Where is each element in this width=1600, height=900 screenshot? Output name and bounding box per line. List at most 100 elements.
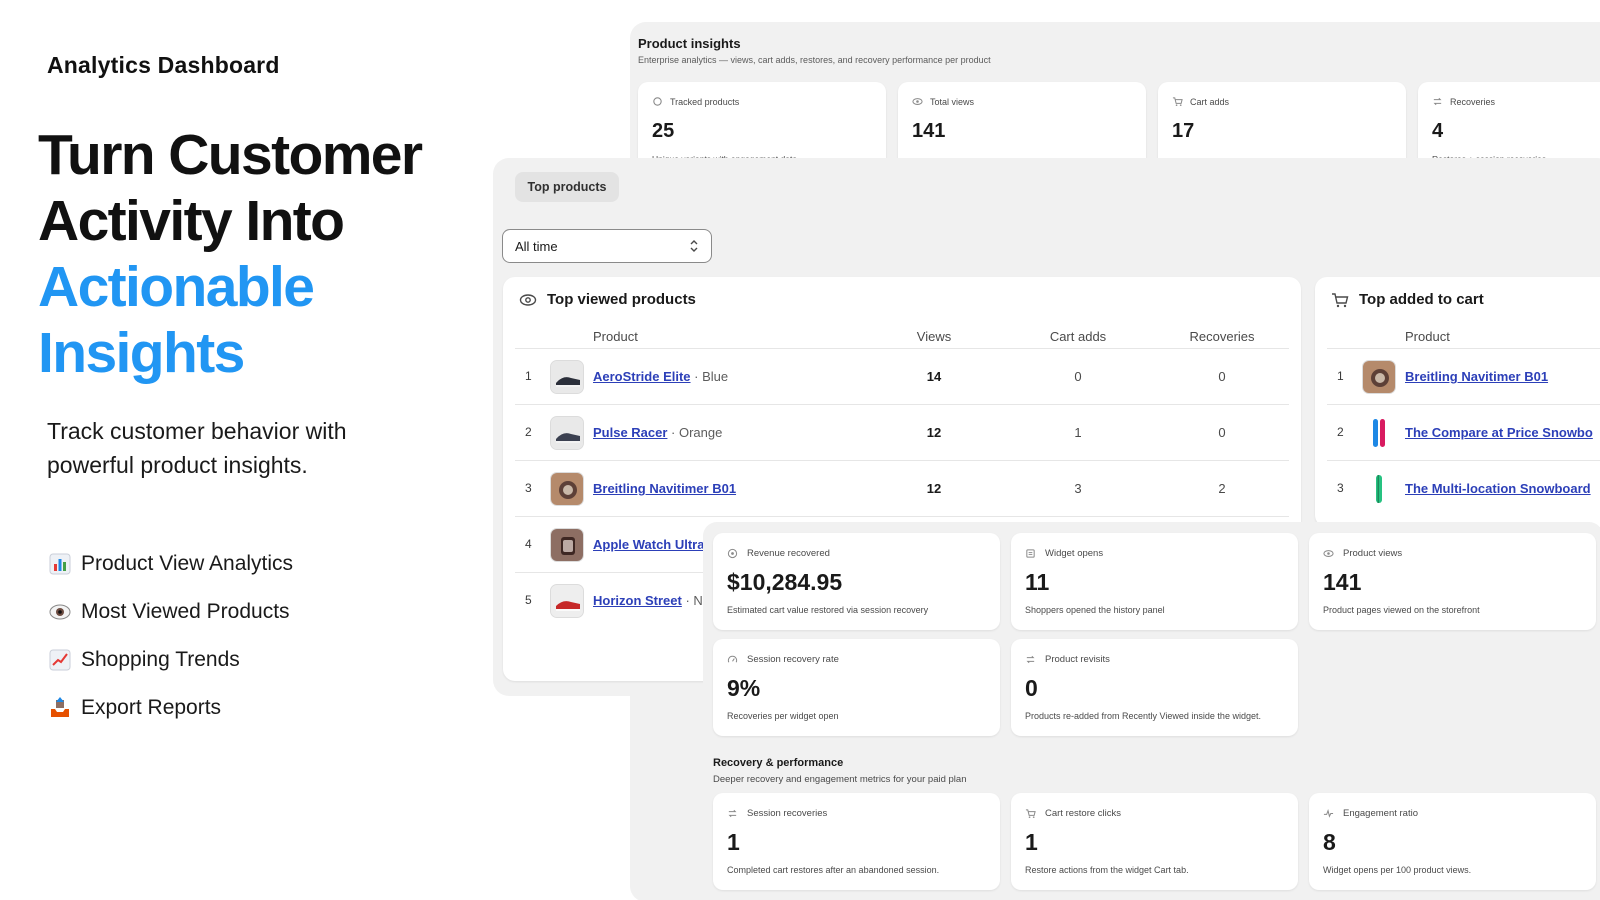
metric-label: Product revisits [1025,654,1110,665]
top-added-header: Top added to cart [1331,291,1484,308]
cart-icon [1331,292,1349,308]
cell-recoveries: 2 [1218,481,1226,496]
product-insights-subtitle: Enterprise analytics — views, cart adds,… [638,55,991,65]
brand-title: Analytics Dashboard [47,52,280,78]
stat-value: 141 [912,120,946,142]
row-rank: 3 [525,481,532,495]
table-row[interactable]: 3 The Multi-location Snowboard [1315,461,1600,517]
metric-label-text: Revenue recovered [747,548,830,559]
stat-label: Cart adds [1172,96,1229,107]
cell-views: 14 [926,369,942,384]
row-rank: 2 [525,425,532,439]
metric-label-text: Session recovery rate [747,654,839,665]
metric-desc: Completed cart restores after an abandon… [727,865,940,875]
top-added-title: Top added to cart [1359,291,1484,308]
cell-cart-adds: 3 [1074,481,1082,496]
product-thumbnail [550,584,584,618]
product-thumbnail [1362,360,1396,394]
product-link[interactable]: The Compare at Price Snowbo [1405,425,1593,440]
product-link[interactable]: Horizon Street [593,593,682,608]
product-name: Apple Watch Ultra [593,537,704,552]
time-range-select[interactable]: All time [502,229,712,263]
metric-value: 9% [727,675,761,701]
headline-accent-1: Actionable [38,255,315,319]
tab-top-products[interactable]: Top products [515,172,619,202]
cell-views: 12 [926,481,942,496]
metric-value: 0 [1025,675,1038,701]
product-name: Breitling Navitimer B01 [593,481,736,496]
row-rank: 2 [1337,425,1344,439]
cell-cart-adds: 0 [1074,369,1082,384]
metric-label: Cart restore clicks [1025,808,1121,819]
stat-label-text: Tracked products [670,96,740,107]
cell-recoveries: 0 [1218,425,1226,440]
product-link[interactable]: The Multi-location Snowboard [1405,481,1591,496]
metric-value: 11 [1025,569,1050,595]
product-link[interactable]: Breitling Navitimer B01 [593,481,736,496]
product-name: AeroStride Elite · Blue [593,369,728,384]
product-name: Breitling Navitimer B01 [1405,369,1548,384]
table-row[interactable]: 2 Pulse Racer · Orange 12 1 0 [503,405,1301,461]
metric-card-cart-restore-clicks: Cart restore clicks 1 Restore actions fr… [1011,793,1298,890]
trend-chart-icon [47,647,73,673]
metric-card-session-recovery-rate: Session recovery rate 9% Recoveries per … [713,639,1000,736]
metric-card-session-recoveries: Session recoveries 1 Completed cart rest… [713,793,1000,890]
top-added-to-cart-card: Top added to cart Product 1 Breitling Na… [1315,277,1600,527]
cart-icon [1172,96,1183,107]
feature-item: Product View Analytics [47,540,293,588]
time-range-value: All time [515,238,558,254]
metric-label-text: Session recoveries [747,808,828,819]
product-name: Pulse Racer · Orange [593,425,722,440]
col-header-product: Product [1405,329,1450,344]
metric-card-engagement-ratio: Engagement ratio 8 Widget opens per 100 … [1309,793,1596,890]
metric-desc: Estimated cart value restored via sessio… [727,605,929,615]
stat-label-text: Recoveries [1450,96,1496,107]
headline-line-2: Activity Into [38,189,345,253]
recovery-performance-subtitle: Deeper recovery and engagement metrics f… [713,774,967,785]
eye-icon [519,293,537,307]
product-insights-title: Product insights [638,36,741,51]
metric-desc: Product pages viewed on the storefront [1323,605,1480,615]
eye-icon [1323,548,1334,559]
hero-subtext: Track customer behavior with powerful pr… [47,418,347,478]
gauge-icon [727,654,738,665]
feature-item: Most Viewed Products [47,588,293,636]
product-thumbnail [550,416,584,450]
hero-headline: Turn Customer Activity Into Actionable I… [38,122,478,386]
stat-label-text: Cart adds [1190,96,1230,107]
bar-chart-icon [47,551,73,577]
list-icon [1025,548,1036,559]
metric-label-text: Product views [1343,548,1403,559]
metric-desc: Products re-added from Recently Viewed i… [1025,711,1261,721]
metric-card-product-revisits: Product revisits 0 Products re-added fro… [1011,639,1298,736]
metric-card-product-views: Product views 141 Product pages viewed o… [1309,533,1596,630]
table-row[interactable]: 2 The Compare at Price Snowbo [1315,405,1600,461]
feature-label: Most Viewed Products [81,600,290,623]
col-header-recoveries: Recoveries [1189,329,1255,344]
metric-desc: Shoppers opened the history panel [1025,605,1165,615]
metric-label: Product views [1323,548,1402,559]
metric-value: 8 [1323,829,1336,855]
chevron-up-down-icon [688,238,700,257]
product-link[interactable]: AeroStride Elite [593,369,691,384]
table-row[interactable]: 1 AeroStride Elite · Blue 14 0 0 [503,349,1301,405]
product-link[interactable]: Pulse Racer [593,425,667,440]
product-link[interactable]: Breitling Navitimer B01 [1405,369,1548,384]
metric-label-text: Engagement ratio [1343,808,1418,819]
product-thumbnail [550,472,584,506]
metric-value: $10,284.95 [727,569,843,595]
coin-icon [727,548,738,559]
metric-label-text: Cart restore clicks [1045,808,1122,819]
metric-card-revenue-recovered: Revenue recovered $10,284.95 Estimated c… [713,533,1000,630]
eye-icon [47,599,73,625]
stat-value: 25 [652,120,675,142]
table-row[interactable]: 3 Breitling Navitimer B01 12 3 2 [503,461,1301,517]
product-thumbnail [550,360,584,394]
top-viewed-header: Top viewed products [519,291,696,308]
product-link[interactable]: Apple Watch Ultra [593,537,704,552]
refresh-icon [1432,96,1443,107]
table-row[interactable]: 1 Breitling Navitimer B01 [1315,349,1600,405]
product-variant: · Orange [667,425,723,440]
stat-label: Total views [912,96,974,107]
stat-value: 17 [1172,120,1195,142]
